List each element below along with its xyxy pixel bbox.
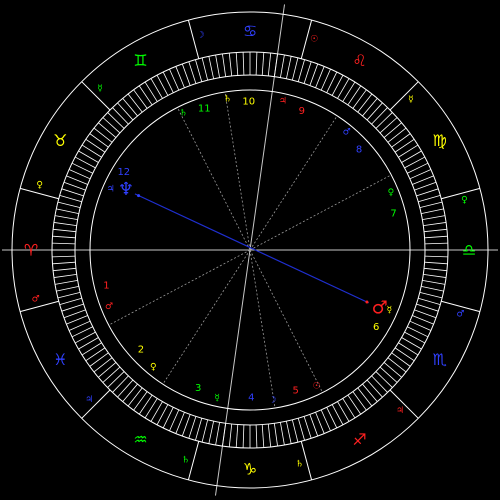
house-number-9: 9 [299, 106, 305, 117]
sign-ruler-glyph: ♃ [396, 406, 404, 416]
house-number-2: 2 [138, 344, 144, 355]
house-number-3: 3 [195, 383, 201, 394]
house-number-12: 12 [117, 167, 130, 178]
house-ruler-glyph: ♄ [179, 108, 187, 118]
sign-glyph-scorpio: ♏ [432, 350, 446, 369]
sign-glyph-virgo: ♍ [432, 131, 446, 150]
sign-ruler-glyph: ♂ [456, 309, 464, 319]
sign-glyph-capricorn: ♑ [243, 460, 257, 479]
house-ruler-glyph: ☉ [313, 382, 321, 392]
sign-ruler-glyph: ♀ [36, 181, 43, 191]
sign-ruler-glyph: ♃ [85, 395, 93, 405]
sign-ruler-glyph: ♄ [295, 459, 303, 469]
house-ruler-glyph: ♄ [223, 95, 231, 105]
house-ruler-glyph: ♀ [388, 188, 395, 198]
planet-marker-dot [365, 300, 369, 304]
sign-glyph-taurus: ♉ [53, 131, 67, 150]
house-number-4: 4 [248, 392, 254, 403]
house-ruler-glyph: ☿ [214, 393, 220, 403]
house-number-11: 11 [198, 104, 211, 115]
planet-mars-glyph: ♂ [372, 297, 388, 318]
house-number-5: 5 [293, 385, 299, 396]
sign-glyph-aquarius: ♒ [133, 430, 147, 449]
house-ruler-glyph: ♃ [279, 97, 287, 107]
house-ruler-glyph: ♂ [105, 302, 113, 312]
house-number-6: 6 [373, 322, 379, 333]
sign-ruler-glyph: ☿ [408, 95, 414, 105]
astrology-chart-wheel: ♈♂♉♀♊☿♋☽♌☉♍☿♎♀♏♂♐♃♑ ♄♒♄♓♃1♂2♀3☿ 4 ☽5 ☉6☿7♀8♂… [0, 0, 500, 500]
sign-ruler-glyph: ♄ [182, 455, 190, 465]
sign-ruler-glyph: ♀ [461, 196, 468, 206]
sign-glyph-cancer: ♋ [243, 22, 257, 41]
house-number-7: 7 [390, 209, 396, 220]
house-number-10: 10 [242, 97, 255, 108]
sign-glyph-sagittarius: ♐ [352, 430, 366, 449]
sign-ruler-glyph: ☿ [97, 84, 103, 94]
house-ruler-glyph: ♀ [150, 362, 157, 372]
sign-glyph-gemini: ♊ [133, 51, 147, 70]
house-number-8: 8 [356, 145, 362, 156]
sign-ruler-glyph: ☉ [310, 35, 318, 45]
sign-glyph-aries: ♈ [24, 241, 38, 260]
sign-glyph-pisces: ♓ [53, 350, 67, 369]
planet-neptune-glyph: ♆ [118, 179, 134, 200]
house-number-1: 1 [103, 280, 109, 291]
sign-glyph-leo: ♌ [352, 51, 366, 70]
sign-ruler-glyph: ♂ [32, 294, 40, 304]
sign-glyph-libra: ♎ [462, 241, 476, 260]
house-ruler-glyph: ☽ [268, 395, 276, 405]
house-ruler-glyph: ♂ [343, 128, 351, 138]
planet-marker-dot [137, 194, 141, 198]
sign-ruler-glyph: ☽ [196, 31, 204, 41]
house-ruler-glyph: ♃ [107, 184, 115, 194]
